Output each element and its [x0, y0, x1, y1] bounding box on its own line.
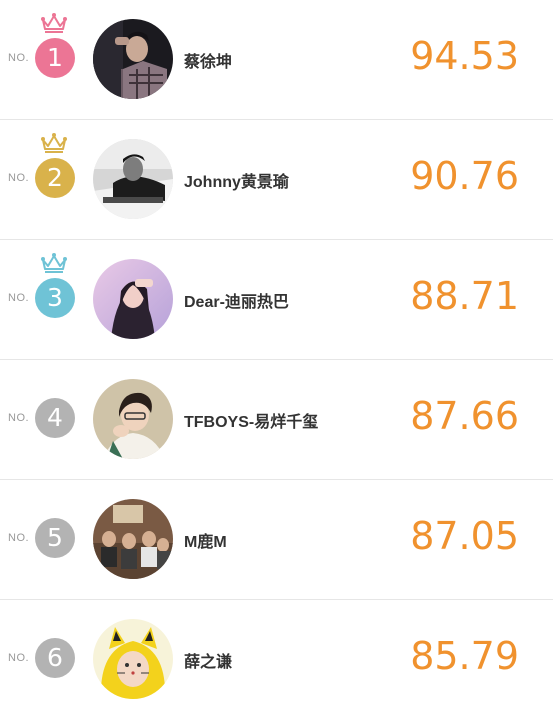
gold-crown-icon [41, 133, 67, 153]
ranking-row[interactable]: NO. 5 M鹿M 87.05 [0, 480, 553, 600]
avatar[interactable] [93, 139, 173, 219]
avatar[interactable] [93, 379, 173, 459]
rank-badge: 6 [35, 638, 75, 678]
ranking-row[interactable]: NO. 6 薛之谦 85.79 [0, 600, 553, 720]
celebrity-name[interactable]: Dear-迪丽热巴 [184, 288, 289, 312]
score-value: 85.79 [410, 634, 519, 678]
rank-prefix: NO. [8, 532, 30, 544]
score-value: 94.53 [410, 34, 519, 78]
ranking-row[interactable]: NO. 3 Dear-迪丽热巴 88.71 [0, 240, 553, 360]
rank-prefix: NO. [8, 172, 30, 184]
score-value: 88.71 [410, 274, 519, 318]
celebrity-name[interactable]: M鹿M [184, 528, 227, 552]
ranking-list: NO. 1 蔡徐坤 94.53 NO. 2 Johnny黄景瑜 90.76 NO… [0, 0, 553, 720]
rank-prefix: NO. [8, 292, 30, 304]
score-value: 90.76 [410, 154, 519, 198]
celebrity-name[interactable]: Johnny黄景瑜 [184, 168, 289, 192]
blue-crown-icon [41, 253, 67, 273]
avatar[interactable] [93, 499, 173, 579]
pink-crown-icon [41, 13, 67, 33]
score-value: 87.66 [410, 394, 519, 438]
ranking-row[interactable]: NO. 2 Johnny黄景瑜 90.76 [0, 120, 553, 240]
rank-prefix: NO. [8, 652, 30, 664]
rank-prefix: NO. [8, 412, 30, 424]
rank-badge: 1 [35, 38, 75, 78]
avatar[interactable] [93, 259, 173, 339]
avatar[interactable] [93, 19, 173, 99]
rank-badge: 2 [35, 158, 75, 198]
celebrity-name[interactable]: 蔡徐坤 [184, 48, 232, 72]
rank-badge: 5 [35, 518, 75, 558]
avatar[interactable] [93, 619, 173, 699]
celebrity-name[interactable]: 薛之谦 [184, 648, 232, 672]
rank-badge: 4 [35, 398, 75, 438]
score-value: 87.05 [410, 514, 519, 558]
rank-prefix: NO. [8, 52, 30, 64]
celebrity-name[interactable]: TFBOYS-易烊千玺 [184, 408, 318, 432]
ranking-row[interactable]: NO. 1 蔡徐坤 94.53 [0, 0, 553, 120]
ranking-row[interactable]: NO. 4 TFBOYS-易烊千玺 87.66 [0, 360, 553, 480]
rank-badge: 3 [35, 278, 75, 318]
